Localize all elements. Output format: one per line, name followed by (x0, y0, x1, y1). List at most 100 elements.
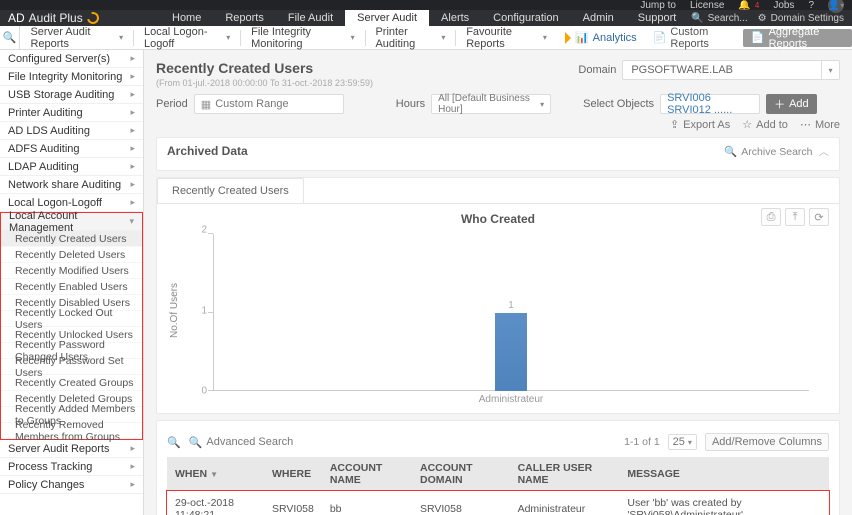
license-link[interactable]: License (690, 0, 724, 11)
sidebar-item-label: Local Account Management (9, 210, 129, 234)
cell-msg: User 'bb' was created by 'SRVi058\Admini… (619, 491, 829, 515)
chart-category-label: Administrateur (479, 394, 543, 405)
sidebar-sub-recently-created-users[interactable]: Recently Created Users (1, 231, 142, 247)
nav-configuration[interactable]: Configuration (481, 10, 570, 26)
sort-desc-icon: ▼ (210, 470, 218, 479)
chart-bar[interactable] (495, 313, 527, 392)
nav-reports[interactable]: Reports (213, 10, 276, 26)
chart-area: No.Of Users 012 1Administrateur (167, 230, 829, 405)
nav-admin[interactable]: Admin (571, 10, 626, 26)
sidebar-item-local-account-management[interactable]: Local Account Management ▾ (1, 213, 142, 231)
sidebar-item-printer-auditing[interactable]: Printer Auditing▸ (0, 104, 143, 122)
filter-favourite-reports[interactable]: Favourite Reports▾ (456, 26, 557, 50)
sidebar-sub-recently-removed-members-from-groups[interactable]: Recently Removed Members from Groups (1, 423, 142, 439)
aggregate-reports-button[interactable]: 📄 Aggregate Reports (743, 29, 852, 47)
export-icon: ⇪ (670, 118, 679, 131)
chart-bar-value: 1 (508, 300, 514, 311)
col-when[interactable]: WHEN▼ (167, 457, 264, 491)
add-to-link[interactable]: ☆Add to (742, 118, 788, 131)
jump-to-link[interactable]: Jump to (640, 0, 676, 11)
filter-bar: 🔍 Server Audit Reports▾ Local Logon-Logo… (0, 26, 852, 50)
chevron-right-icon: ▸ (130, 461, 135, 472)
page-size-top[interactable]: 25▾ (668, 434, 697, 450)
product-brand: AD Audit Plus (0, 11, 160, 25)
col-caller-user-name[interactable]: CALLER USER NAME (510, 457, 620, 491)
more-link[interactable]: ⋯More (800, 118, 840, 131)
col-message[interactable]: MESSAGE (619, 457, 829, 491)
table-search-icon[interactable]: 🔍 (167, 436, 181, 449)
tab-recently-created-users[interactable]: Recently Created Users (157, 178, 304, 203)
brand-ad: AD (8, 11, 25, 25)
archive-search-link[interactable]: 🔍 Archive Search (724, 145, 812, 158)
period-picker[interactable]: ▦ Custom Range (194, 94, 344, 114)
nav-home[interactable]: Home (160, 10, 213, 26)
objects-picker[interactable]: SRVI006 SRVI012 ...... (660, 94, 760, 114)
global-search[interactable]: 🔍 Search... (691, 13, 747, 24)
hours-dropdown[interactable]: All [Default Business Hour] ▾ (431, 94, 551, 114)
filter-server-audit-reports[interactable]: Server Audit Reports▾ (20, 26, 133, 50)
cell-when: 29-oct.-2018 11:48:21 (167, 491, 264, 515)
chevron-right-icon: ▸ (130, 125, 135, 136)
hours-label: Hours (396, 98, 425, 110)
chart-title: Who Created (167, 212, 829, 226)
calendar-icon: ▦ (201, 98, 211, 111)
nav-file-audit[interactable]: File Audit (276, 10, 345, 26)
chevron-right-icon: ▸ (130, 443, 135, 454)
sidebar-sub-recently-enabled-users[interactable]: Recently Enabled Users (1, 279, 142, 295)
col-where[interactable]: WHERE (264, 457, 322, 491)
col-account-domain[interactable]: ACCOUNT DOMAIN (412, 457, 510, 491)
sidebar-item-server-audit-reports[interactable]: Server Audit Reports▸ (0, 440, 143, 458)
chevron-right-icon: ▸ (130, 143, 135, 154)
filter-icon[interactable]: 🔍 (0, 26, 20, 49)
more-icon: ⋯ (800, 118, 811, 131)
sidebar-item-network-share-auditing[interactable]: Network share Auditing▸ (0, 176, 143, 194)
sidebar-sub-recently-deleted-users[interactable]: Recently Deleted Users (1, 247, 142, 263)
pager-info-top: 1-1 of 1 (624, 436, 660, 448)
chevron-right-icon: ▸ (130, 179, 135, 190)
sidebar-item-process-tracking[interactable]: Process Tracking▸ (0, 458, 143, 476)
sidebar-item-configured-server-s-[interactable]: Configured Server(s)▸ (0, 50, 143, 68)
sidebar-item-ldap-auditing[interactable]: LDAP Auditing▸ (0, 158, 143, 176)
nav-alerts[interactable]: Alerts (429, 10, 481, 26)
main-header: AD Audit Plus Home Reports File Audit Ser… (0, 10, 852, 26)
filter-file-integrity[interactable]: File Integrity Monitoring▾ (241, 26, 365, 50)
chart-refresh-icon[interactable]: ⟳ (809, 208, 829, 226)
sidebar-sub-recently-created-groups[interactable]: Recently Created Groups (1, 375, 142, 391)
table-row[interactable]: 29-oct.-2018 11:48:21SRVI058bbSRVI058Adm… (167, 491, 829, 515)
table-panel: 🔍 🔍 Advanced Search 1-1 of 1 25▾ Add/Rem… (156, 420, 840, 515)
sidebar-sub-recently-locked-out-users[interactable]: Recently Locked Out Users (1, 311, 142, 327)
nav-server-audit[interactable]: Server Audit (345, 10, 429, 26)
col-account-name[interactable]: ACCOUNT NAME (322, 457, 412, 491)
sidebar-highlight-box: Local Account Management ▾ Recently Crea… (0, 212, 143, 440)
add-button[interactable]: ＋Add (766, 94, 817, 114)
nav-support[interactable]: Support (626, 10, 689, 26)
help-icon[interactable]: ? (808, 0, 814, 11)
sidebar-sub-recently-password-set-users[interactable]: Recently Password Set Users (1, 359, 142, 375)
filter-local-logon-logoff[interactable]: Local Logon-Logoff▾ (134, 26, 240, 50)
page-date-range: (From 01-jul.-2018 00:00:00 To 31-oct.-2… (156, 78, 578, 88)
chart-drilldown-icon[interactable]: ⤒ (785, 208, 805, 226)
domain-dropdown[interactable]: PGSOFTWARE.LAB ▾ (622, 60, 840, 80)
sidebar-item-usb-storage-auditing[interactable]: USB Storage Auditing▸ (0, 86, 143, 104)
chart-export-icon[interactable]: ⎙ (761, 208, 781, 226)
filter-printer-auditing[interactable]: Printer Auditing▾ (365, 26, 455, 50)
sidebar-item-ad-lds-auditing[interactable]: AD LDS Auditing▸ (0, 122, 143, 140)
custom-reports-button[interactable]: 📄 Custom Reports (645, 29, 743, 47)
add-remove-columns[interactable]: Add/Remove Columns (705, 433, 829, 451)
chevron-down-icon[interactable]: ▾ (821, 61, 839, 79)
notifications-icon[interactable]: 🔔4 (738, 0, 759, 11)
advanced-search-link[interactable]: 🔍 Advanced Search (189, 436, 294, 449)
brand-name: Audit Plus (29, 11, 83, 25)
sidebar-item-file-integrity-monitoring[interactable]: File Integrity Monitoring▸ (0, 68, 143, 86)
analytics-button[interactable]: 📊 Analytics (557, 29, 645, 47)
chevron-right-icon: ▸ (130, 89, 135, 100)
export-as-link[interactable]: ⇪Export As (670, 118, 730, 131)
domain-settings-link[interactable]: ⚙ Domain Settings (758, 13, 844, 24)
jobs-link[interactable]: Jobs (773, 0, 794, 11)
utility-strip: Jump to License 🔔4 Jobs ? 👤▾ (0, 0, 852, 10)
sidebar-sub-recently-modified-users[interactable]: Recently Modified Users (1, 263, 142, 279)
sidebar-item-adfs-auditing[interactable]: ADFS Auditing▸ (0, 140, 143, 158)
sidebar-item-policy-changes[interactable]: Policy Changes▸ (0, 476, 143, 494)
chevron-up-icon[interactable]: ︿ (819, 144, 830, 159)
domain-value: PGSOFTWARE.LAB (623, 64, 741, 76)
